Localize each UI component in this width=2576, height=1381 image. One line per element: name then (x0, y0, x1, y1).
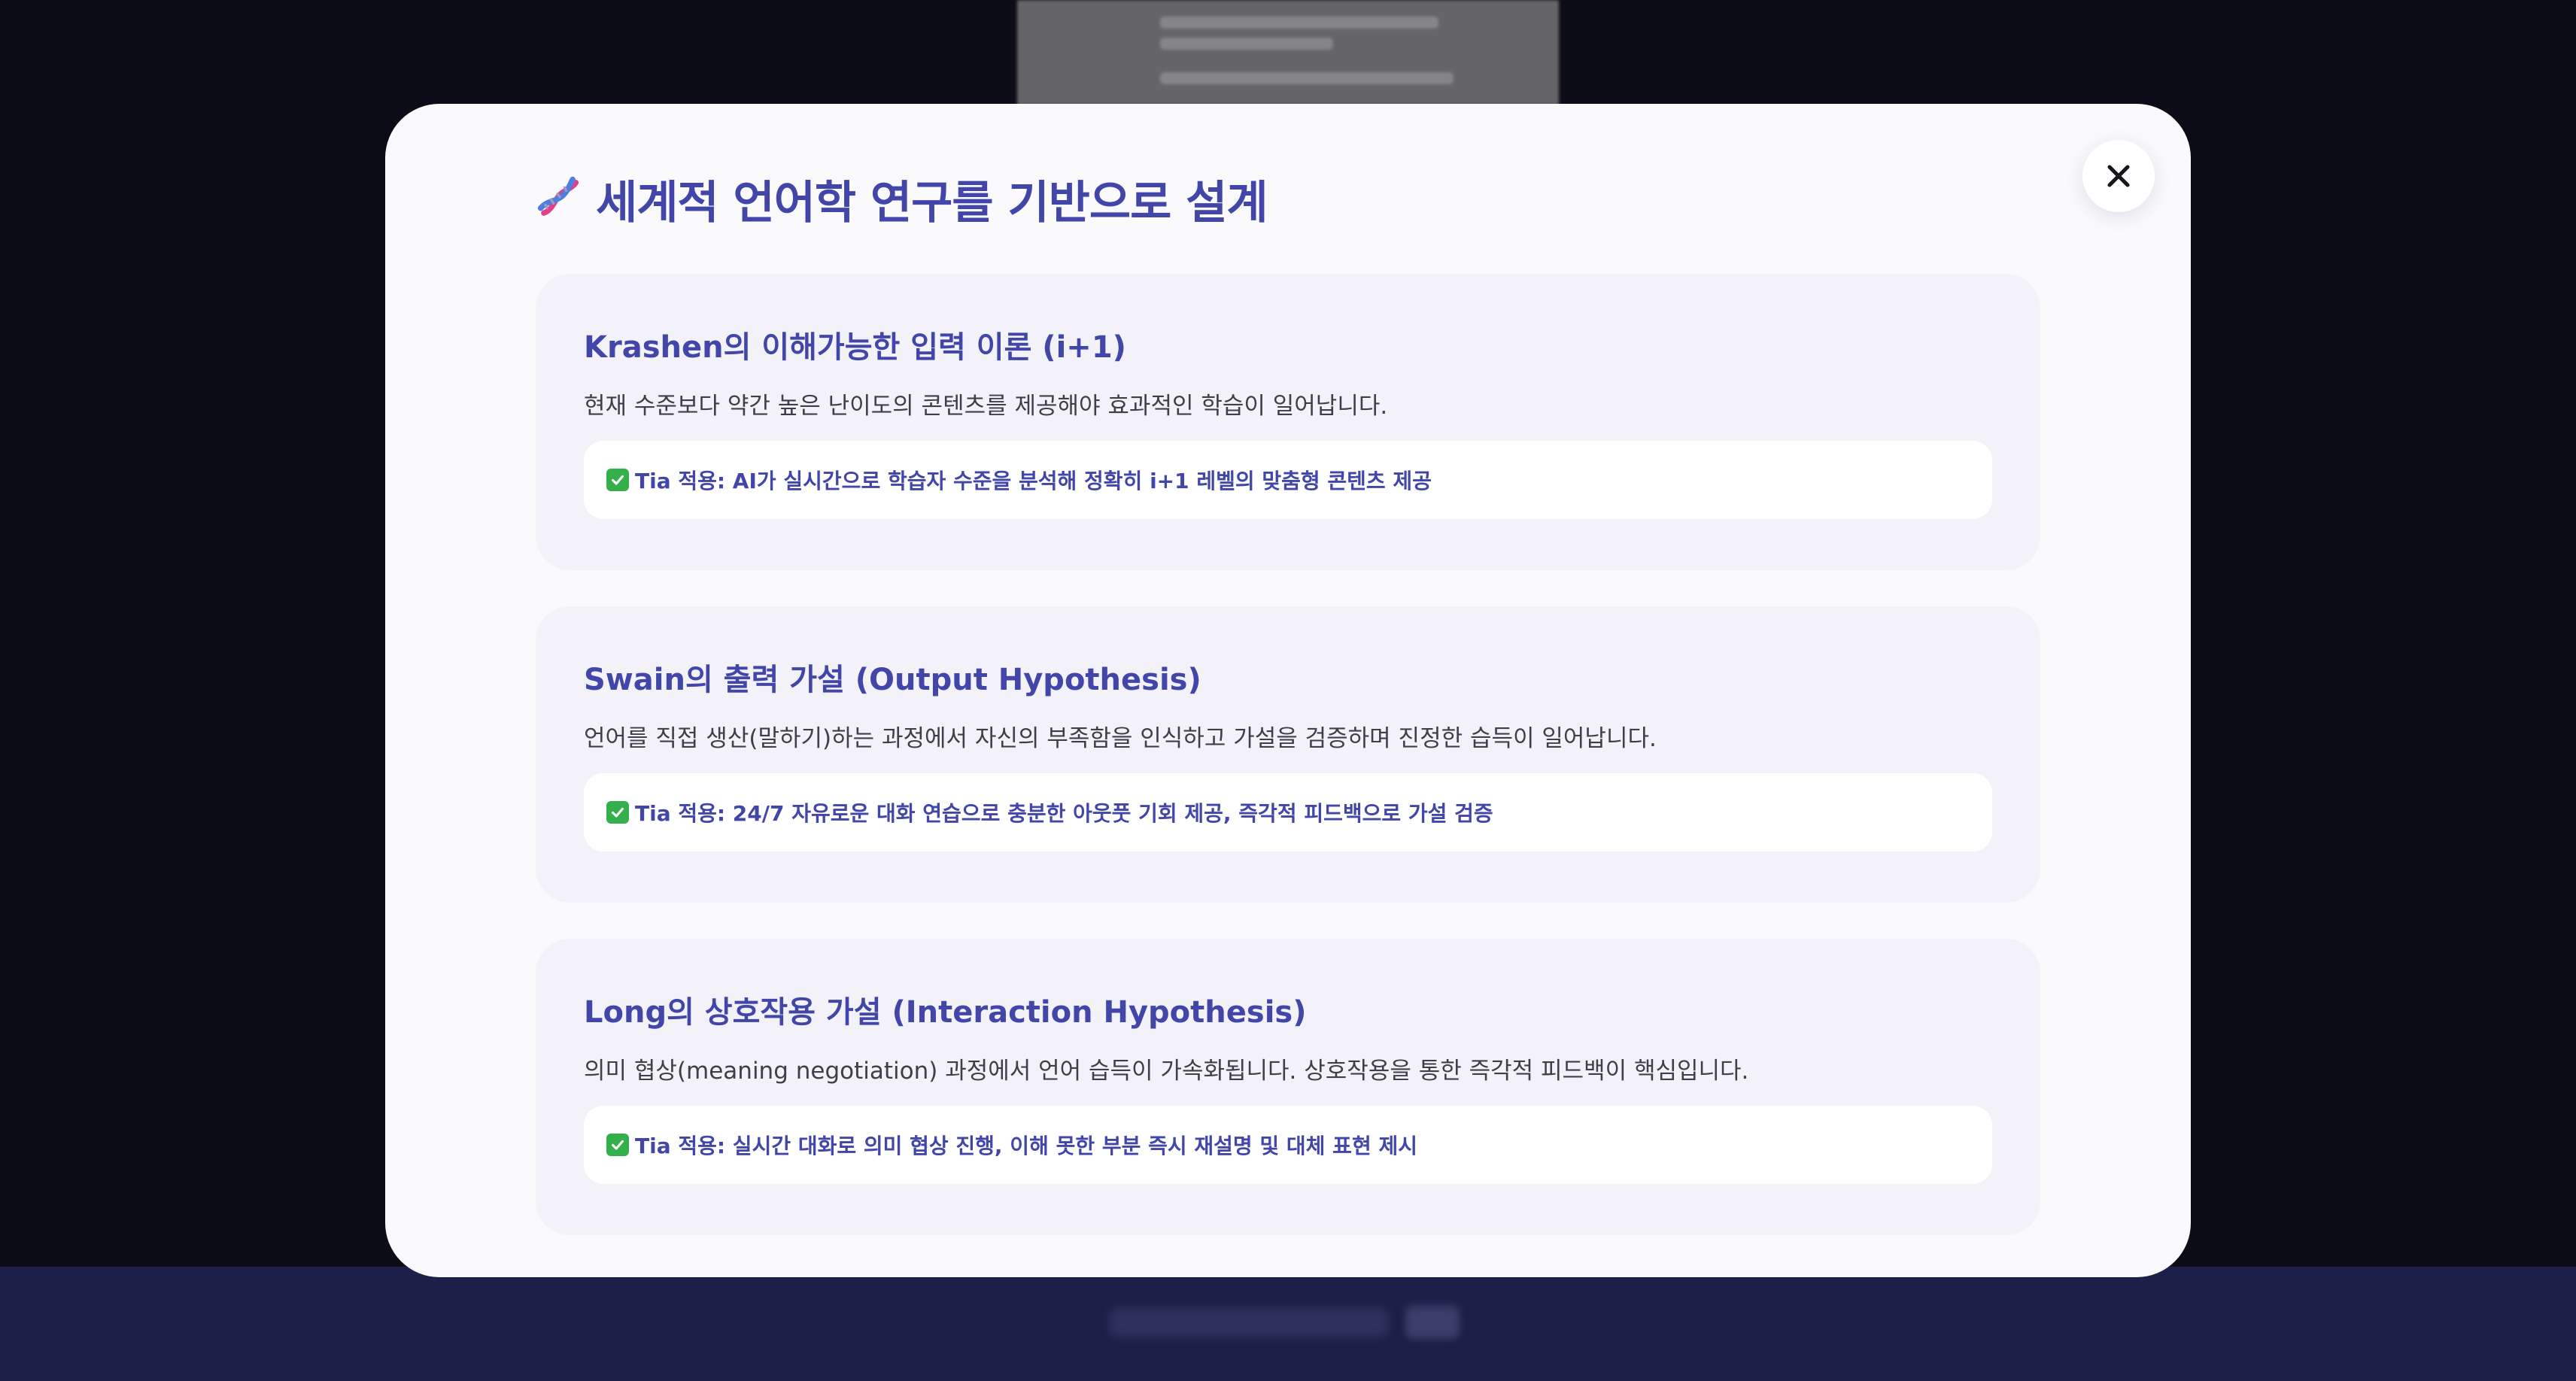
dna-icon (537, 176, 579, 216)
research-card-long: Long의 상호작용 가설 (Interaction Hypothesis) 의… (536, 939, 2040, 1235)
card-description: 언어를 직접 생산(말하기)하는 과정에서 자신의 부족함을 인식하고 가설을 … (584, 724, 1657, 752)
background-footer-text (1110, 1308, 1388, 1337)
check-icon (606, 469, 629, 491)
card-title: Krashen의 이해가능한 입력 이론 (i+1) (584, 330, 1126, 365)
card-description: 현재 수준보다 약간 높은 난이도의 콘텐츠를 제공해야 효과적인 학습이 일어… (584, 392, 1388, 420)
card-description: 의미 협상(meaning negotiation) 과정에서 언어 습득이 가… (584, 1057, 1749, 1085)
card-title: Swain의 출력 가설 (Output Hypothesis) (584, 663, 1201, 697)
research-card-krashen: Krashen의 이해가능한 입력 이론 (i+1) 현재 수준보다 약간 높은… (536, 274, 2040, 570)
tia-application-text: Tia 적용: 24/7 자유로운 대화 연습으로 충분한 아웃풋 기회 제공,… (635, 801, 1493, 826)
modal-title: 세계적 언어학 연구를 기반으로 설계 (596, 176, 1268, 229)
tia-application-text: Tia 적용: AI가 실시간으로 학습자 수준을 분석해 정확히 i+1 레벨… (635, 469, 1432, 493)
tia-application-box: Tia 적용: 24/7 자유로운 대화 연습으로 충분한 아웃풋 기회 제공,… (584, 773, 1992, 851)
tia-application-box: Tia 적용: AI가 실시간으로 학습자 수준을 분석해 정확히 i+1 레벨… (584, 441, 1992, 519)
modal-heading: 세계적 언어학 연구를 기반으로 설계 (533, 161, 1268, 236)
close-icon[interactable] (2105, 162, 2132, 190)
check-icon (606, 801, 629, 824)
tia-application-text: Tia 적용: 실시간 대화로 의미 협상 진행, 이해 못한 부분 즉시 재설… (635, 1134, 1417, 1158)
research-card-swain: Swain의 출력 가설 (Output Hypothesis) 언어를 직접 … (536, 606, 2040, 903)
close-button[interactable] (2082, 140, 2155, 212)
card-title: Long의 상호작용 가설 (Interaction Hypothesis) (584, 995, 1307, 1030)
background-footer-badge (1405, 1306, 1460, 1339)
research-modal: 세계적 언어학 연구를 기반으로 설계 Krashen의 이해가능한 입력 이론… (385, 104, 2191, 1277)
background-footer-bar (0, 1267, 2576, 1381)
check-icon (606, 1134, 629, 1156)
background-phone-preview (1017, 0, 1559, 105)
tia-application-box: Tia 적용: 실시간 대화로 의미 협상 진행, 이해 못한 부분 즉시 재설… (584, 1106, 1992, 1184)
